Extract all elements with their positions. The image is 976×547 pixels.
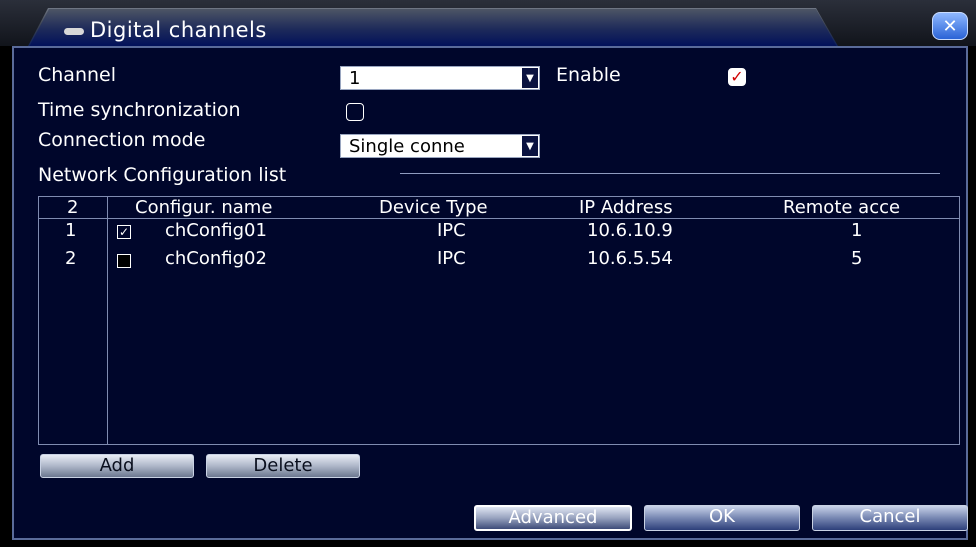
count-header: 2: [67, 197, 79, 218]
table-header: 2 Configur. name Device Type IP Address …: [39, 197, 959, 219]
row-config-name[interactable]: chConfig01: [165, 221, 267, 241]
connection-mode-value: Single conne: [349, 136, 465, 157]
channel-label: Channel: [38, 64, 117, 86]
row-ip-address: 10.6.10.9: [587, 220, 673, 241]
col-ip-address[interactable]: IP Address: [579, 198, 673, 218]
row-checkbox[interactable]: [117, 254, 131, 268]
channel-select[interactable]: 1 ▼: [340, 66, 540, 90]
section-divider: [400, 173, 940, 174]
channel-select-value: 1: [349, 68, 361, 89]
network-config-table: 2 Configur. name Device Type IP Address …: [38, 196, 960, 445]
row-remote-access: 1: [851, 220, 863, 241]
check-icon: ✓: [118, 225, 130, 239]
col-remote-access[interactable]: Remote acce: [783, 198, 900, 218]
row-config-name[interactable]: chConfig02: [165, 249, 267, 269]
row-remote-access: 5: [851, 248, 863, 269]
row-device-type: IPC: [437, 248, 466, 269]
row-checkbox[interactable]: ✓: [117, 225, 131, 239]
row-index: 1: [65, 220, 77, 241]
col-config-name[interactable]: Configur. name: [135, 198, 272, 218]
connection-mode-label: Connection mode: [38, 129, 206, 151]
window-title: Digital channels: [90, 18, 267, 42]
check-icon: ✓: [730, 67, 744, 86]
title-bar: Digital channels ✕: [0, 0, 976, 46]
time-sync-checkbox[interactable]: [346, 103, 364, 121]
close-icon: ✕: [942, 15, 958, 37]
chevron-down-icon: ▼: [522, 68, 538, 88]
connection-mode-select[interactable]: Single conne ▼: [340, 134, 540, 158]
enable-checkbox[interactable]: ✓: [728, 68, 746, 86]
row-index: 2: [65, 248, 77, 269]
title-bullet-icon: [64, 28, 84, 35]
add-button[interactable]: Add: [40, 454, 194, 478]
chevron-down-icon: ▼: [522, 136, 538, 156]
delete-button[interactable]: Delete: [206, 454, 360, 478]
row-ip-address: 10.6.5.54: [587, 248, 673, 269]
cancel-button[interactable]: Cancel: [812, 505, 968, 531]
col-device-type[interactable]: Device Type: [379, 198, 488, 218]
enable-label: Enable: [556, 64, 621, 86]
row-device-type: IPC: [437, 220, 466, 241]
advanced-button[interactable]: Advanced: [474, 505, 632, 531]
digital-channels-window: Digital channels ✕ Channel 1 ▼ Enable ✓ …: [0, 0, 976, 547]
close-button[interactable]: ✕: [932, 12, 968, 40]
column-divider: [107, 197, 108, 444]
time-sync-label: Time synchronization: [38, 99, 241, 121]
ok-button[interactable]: OK: [644, 505, 800, 531]
network-config-list-label: Network Configuration list: [38, 164, 287, 186]
